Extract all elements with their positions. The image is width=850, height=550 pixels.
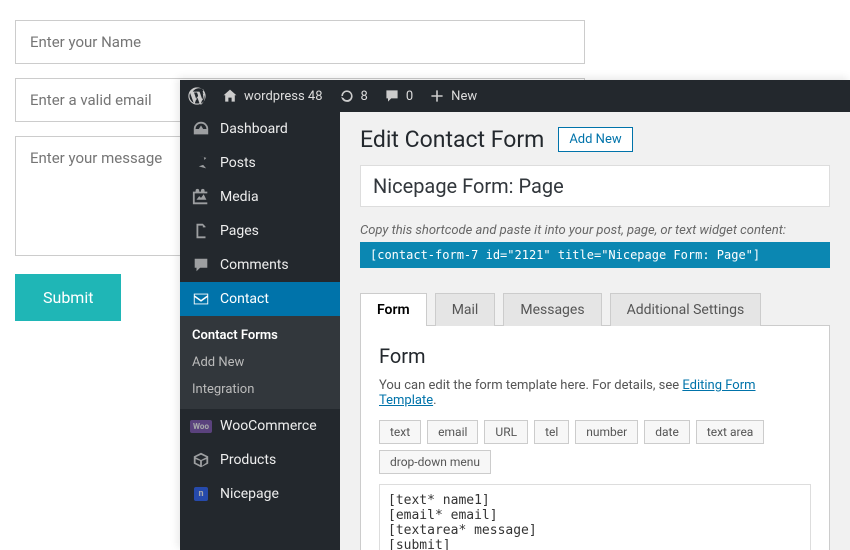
submit-button[interactable]: Submit <box>15 274 121 321</box>
menu-posts-label: Posts <box>220 155 256 171</box>
refresh-icon <box>339 88 355 104</box>
tag-btn-email[interactable]: email <box>427 420 478 444</box>
pages-icon <box>192 222 210 240</box>
menu-media-label: Media <box>220 189 259 205</box>
updates-count: 8 <box>361 89 368 104</box>
main-content: Edit Contact Form Add New Copy this shor… <box>340 112 850 550</box>
form-panel-heading: Form <box>379 344 811 368</box>
menu-woocommerce[interactable]: Woo WooCommerce <box>180 409 340 443</box>
tag-btn-tel[interactable]: tel <box>534 420 569 444</box>
tag-generator-buttons: textemailURLtelnumberdatetext area drop-d… <box>379 420 811 474</box>
submenu-add-new[interactable]: Add New <box>180 349 340 376</box>
form-title-input[interactable] <box>360 165 830 207</box>
admin-sidebar: Dashboard Posts Media Pages Comments Con… <box>180 112 340 550</box>
submenu-contact: Contact Forms Add New Integration <box>180 316 340 409</box>
submenu-contact-forms[interactable]: Contact Forms <box>180 322 340 349</box>
menu-posts[interactable]: Posts <box>180 146 340 180</box>
site-link[interactable]: wordpress 48 <box>214 80 331 112</box>
comment-icon <box>384 88 400 104</box>
new-link[interactable]: New <box>421 80 485 112</box>
shortcode-display[interactable]: [contact-form-7 id="2121" title="Nicepag… <box>360 242 830 268</box>
editor-tabs: Form Mail Messages Additional Settings <box>360 292 830 326</box>
products-icon <box>192 451 210 469</box>
pin-icon <box>192 154 210 172</box>
menu-contact-label: Contact <box>220 291 269 307</box>
tab-mail[interactable]: Mail <box>435 293 496 326</box>
wp-logo[interactable] <box>180 80 214 112</box>
add-new-button[interactable]: Add New <box>558 127 632 152</box>
comments-count: 0 <box>406 89 413 104</box>
tag-btn-number[interactable]: number <box>575 420 638 444</box>
tag-btn-text-area[interactable]: text area <box>696 420 765 444</box>
menu-products[interactable]: Products <box>180 443 340 477</box>
tab-form[interactable]: Form <box>360 293 427 326</box>
woocommerce-icon: Woo <box>192 417 210 435</box>
plus-icon <box>429 88 445 104</box>
name-input[interactable] <box>15 20 585 64</box>
tag-btn-text[interactable]: text <box>379 420 421 444</box>
menu-comments-label: Comments <box>220 257 289 273</box>
wordpress-icon <box>188 87 206 105</box>
site-name-label: wordpress 48 <box>244 89 323 104</box>
form-panel-desc: You can edit the form template here. For… <box>379 378 811 408</box>
dashboard-icon <box>192 120 210 138</box>
nicepage-icon: n <box>192 485 210 503</box>
comment-icon <box>192 256 210 274</box>
menu-woocommerce-label: WooCommerce <box>220 418 317 434</box>
new-label: New <box>451 89 477 104</box>
shortcode-hint: Copy this shortcode and paste it into yo… <box>360 223 830 238</box>
tag-btn-URL[interactable]: URL <box>484 420 528 444</box>
media-icon <box>192 188 210 206</box>
tab-messages[interactable]: Messages <box>503 293 601 326</box>
menu-media[interactable]: Media <box>180 180 340 214</box>
menu-dashboard[interactable]: Dashboard <box>180 112 340 146</box>
page-heading: Edit Contact Form <box>360 126 544 153</box>
home-icon <box>222 88 238 104</box>
menu-pages[interactable]: Pages <box>180 214 340 248</box>
menu-products-label: Products <box>220 452 276 468</box>
comments-link[interactable]: 0 <box>376 80 421 112</box>
submenu-integration[interactable]: Integration <box>180 376 340 403</box>
tab-additional-settings[interactable]: Additional Settings <box>610 293 762 326</box>
menu-dashboard-label: Dashboard <box>220 121 288 137</box>
form-template-textarea[interactable] <box>379 484 811 550</box>
envelope-icon <box>192 290 210 308</box>
wordpress-admin-window: wordpress 48 8 0 New Dashboard Posts Med… <box>180 80 850 550</box>
menu-comments[interactable]: Comments <box>180 248 340 282</box>
tag-btn-drop-down-menu[interactable]: drop-down menu <box>379 450 491 474</box>
admin-topbar: wordpress 48 8 0 New <box>180 80 850 112</box>
menu-nicepage[interactable]: n Nicepage <box>180 477 340 511</box>
menu-nicepage-label: Nicepage <box>220 486 279 502</box>
tag-btn-date[interactable]: date <box>644 420 690 444</box>
menu-contact[interactable]: Contact <box>180 282 340 316</box>
form-panel: Form You can edit the form template here… <box>360 326 830 550</box>
updates-link[interactable]: 8 <box>331 80 376 112</box>
menu-pages-label: Pages <box>220 223 259 239</box>
